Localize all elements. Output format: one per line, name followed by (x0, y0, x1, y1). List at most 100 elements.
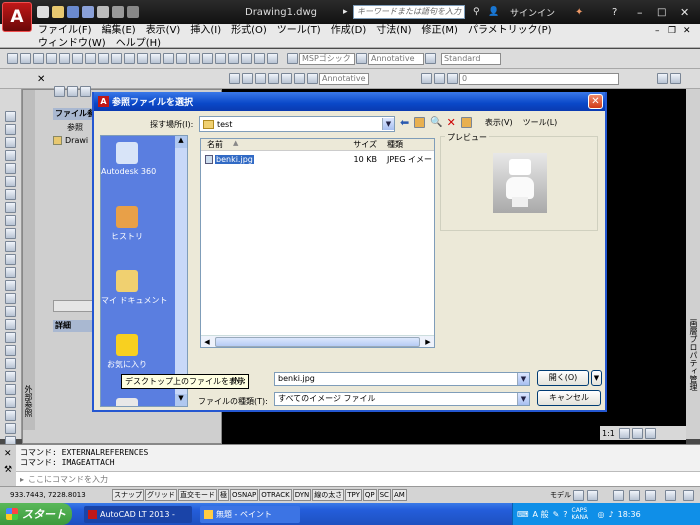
places-scroll-up-icon[interactable]: ▲ (175, 136, 187, 148)
menu-item-3[interactable]: 挿入(I) (190, 24, 221, 37)
layer-state-icon[interactable] (670, 73, 681, 84)
table-icon[interactable] (5, 319, 16, 330)
pan-icon[interactable] (150, 53, 161, 64)
line-icon[interactable] (5, 111, 16, 122)
network-icon[interactable]: ◎ (598, 510, 605, 519)
palette-close-icon[interactable]: ✕ (37, 74, 45, 85)
undo-tb-icon[interactable] (124, 53, 135, 64)
annot-visibility-icon[interactable] (618, 427, 630, 439)
open-options-button[interactable]: ▼ (591, 370, 602, 386)
col-name[interactable]: 名前 (201, 139, 321, 150)
sheet-set-icon[interactable] (228, 53, 239, 64)
user-icon[interactable]: 👤 (488, 7, 499, 17)
new-folder-icon[interactable] (460, 117, 472, 128)
filetype-combo[interactable]: すべてのイメージ ファイル ▼ (274, 392, 530, 406)
angle-icon[interactable] (268, 73, 279, 84)
polyline-icon[interactable] (5, 124, 16, 135)
annotation-combo[interactable]: Annotative (368, 52, 424, 65)
app-logo[interactable]: A (2, 2, 32, 32)
status-toggle-3[interactable]: 極 (218, 489, 229, 501)
menu-item-1[interactable]: 編集(E) (102, 24, 136, 37)
dialog-close-icon[interactable]: ✕ (588, 94, 603, 109)
model-tab[interactable]: モデル (550, 490, 571, 500)
help-icon[interactable]: ? (612, 7, 617, 18)
keyboard-icon[interactable]: ⌨ (517, 510, 529, 519)
ime-pad-icon[interactable]: ✎ (553, 510, 560, 519)
help-palette-icon[interactable] (80, 86, 91, 97)
volume-icon[interactable]: ♪ (609, 510, 614, 519)
col-type[interactable]: 種類 (381, 139, 403, 150)
search-web-icon[interactable]: 🔍 (430, 117, 442, 128)
zoom-window-icon[interactable] (176, 53, 187, 64)
spline-icon[interactable] (5, 202, 16, 213)
scroll-left-icon[interactable]: ◀ (201, 338, 213, 346)
save-icon[interactable] (67, 6, 79, 18)
insert-block-icon[interactable] (5, 241, 16, 252)
rectangle-icon[interactable] (5, 150, 16, 161)
mtext-icon[interactable] (5, 332, 16, 343)
status-toggle-8[interactable]: TPY (345, 489, 362, 501)
status-toggle-6[interactable]: DYN (292, 489, 312, 501)
auto-scale-icon[interactable] (631, 427, 643, 439)
file-list-hscroll[interactable]: ◀ ▶ (201, 335, 434, 347)
style-combo[interactable]: Standard (441, 52, 501, 65)
text-style-icon[interactable] (287, 53, 298, 64)
tool-palette-icon[interactable] (215, 53, 226, 64)
open-file-icon[interactable] (20, 53, 31, 64)
status-toggle-11[interactable]: AM (391, 489, 407, 501)
qnew-icon[interactable] (7, 53, 18, 64)
workspace-icon[interactable] (644, 427, 656, 439)
menu-item-9[interactable]: パラメトリック(P) (468, 24, 552, 37)
gradient-icon[interactable] (5, 293, 16, 304)
annotation-combo-2[interactable]: Annotative (319, 72, 369, 85)
command-grip[interactable]: ✕ ⚒ (0, 445, 16, 487)
copy-icon[interactable] (85, 53, 96, 64)
grid-icon[interactable] (229, 73, 240, 84)
layer-icon[interactable] (421, 73, 432, 84)
status-toggle-9[interactable]: QP (362, 489, 377, 501)
status-toggle-1[interactable]: グリッド (145, 489, 177, 501)
menu-item-0[interactable]: ファイル(F) (38, 24, 92, 37)
sun-icon[interactable] (447, 73, 458, 84)
paste-icon[interactable] (98, 53, 109, 64)
place-1[interactable]: ヒストリ (101, 206, 153, 264)
attach-icon[interactable] (54, 86, 65, 97)
cleanscreen-icon[interactable] (645, 489, 656, 501)
arc-icon[interactable] (5, 163, 16, 174)
back-icon[interactable]: ⬅ (400, 116, 409, 129)
ime-help-icon[interactable]: ? (563, 510, 567, 519)
file-list[interactable]: 名前 ▲ サイズ 種類 benki.jpg 10 KB JPEG イメー ◀ ▶ (200, 138, 435, 348)
refresh-icon[interactable] (67, 86, 78, 97)
menu-item-4[interactable]: 形式(O) (231, 24, 267, 37)
task-autocad[interactable]: AutoCAD LT 2013 - (84, 505, 192, 523)
menu-item-7[interactable]: 寸法(N) (376, 24, 411, 37)
scroll-thumb[interactable] (215, 336, 420, 347)
polygon-icon[interactable] (5, 137, 16, 148)
statusbar-menu-icon[interactable] (665, 489, 676, 501)
tools-menu[interactable]: ツール(L) (523, 117, 558, 128)
command-wrench-icon[interactable]: ⚒ (4, 465, 12, 475)
col-size[interactable]: サイズ (321, 139, 381, 150)
preview-icon[interactable] (59, 53, 70, 64)
scroll-right-icon[interactable]: ▶ (422, 338, 434, 346)
calc-icon[interactable] (254, 53, 265, 64)
search-icon[interactable]: ⚲ (473, 7, 480, 17)
help-tb-icon[interactable] (267, 53, 278, 64)
design-center-icon[interactable] (202, 53, 213, 64)
lock-icon[interactable] (629, 489, 640, 501)
menu-item-2[interactable]: 表示(V) (146, 24, 181, 37)
markup-icon[interactable] (241, 53, 252, 64)
delete-icon[interactable]: ✕ (447, 116, 456, 129)
region-icon[interactable] (5, 306, 16, 317)
filename-input[interactable]: benki.jpg ▼ (274, 372, 530, 386)
undo-icon[interactable] (112, 6, 124, 18)
status-toggle-4[interactable]: OSNAP (230, 489, 259, 501)
look-in-dropdown-icon[interactable]: ▼ (382, 118, 394, 130)
menu-item-8[interactable]: 修正(M) (422, 24, 458, 37)
open-button[interactable]: 開く(O) (537, 370, 589, 386)
layout1-icon[interactable] (573, 489, 584, 501)
annotation-scale[interactable]: 1:1 (602, 429, 615, 438)
plot-icon[interactable] (97, 6, 109, 18)
font-combo[interactable]: MSPゴシック (299, 52, 355, 65)
place-2[interactable]: マイ ドキュメント (101, 270, 168, 328)
